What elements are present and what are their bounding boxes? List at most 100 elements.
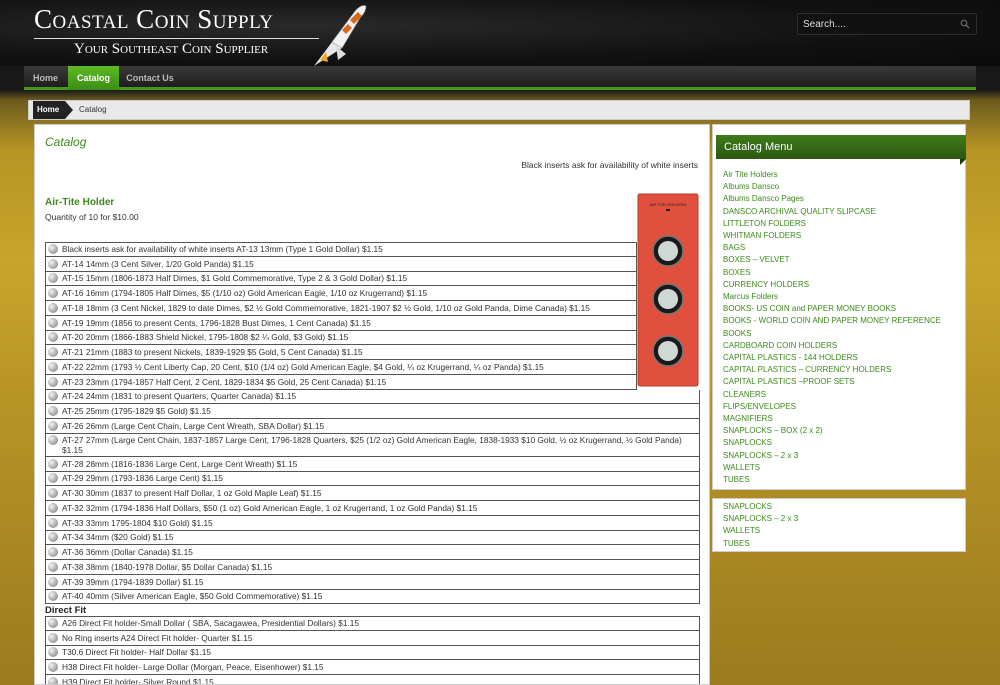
sidebar-item-snaplocks-box[interactable]: SNAPLOCKS – BOX (2 x 2) bbox=[723, 425, 953, 437]
sidebar-item-magnifiers[interactable]: MAGNIFIERS bbox=[723, 413, 953, 425]
coin-bullet-icon bbox=[48, 576, 58, 587]
sidebar-item-capital-144[interactable]: CAPITAL PLASTICS - 144 HOLDERS bbox=[723, 352, 953, 364]
list-item[interactable]: AT-24 24mm (1831 to present Quarters, Qu… bbox=[45, 389, 700, 405]
coin-bullet-icon bbox=[48, 473, 58, 484]
page-title: Catalog bbox=[45, 135, 87, 149]
coin-bullet-icon bbox=[48, 347, 58, 358]
list-item[interactable]: AT-19 19mm (1856 to present Cents, 1796-… bbox=[45, 315, 637, 331]
list-item[interactable]: AT-23 23mm (1794-1857 Half Cent, 2 Cent,… bbox=[45, 374, 637, 390]
nav-home[interactable]: Home bbox=[24, 66, 67, 90]
site-header: Coastal Coin Supply Your Southeast Coin … bbox=[0, 0, 1000, 66]
coin-bullet-icon bbox=[48, 376, 58, 387]
list-item[interactable]: Black inserts ask for availability of wh… bbox=[45, 242, 637, 257]
list-item[interactable]: No Ring inserts A24 Direct Fit holder- Q… bbox=[45, 630, 700, 646]
catalog-menu-title: Catalog Menu bbox=[716, 135, 966, 165]
sidebar-item-bags[interactable]: BAGS bbox=[723, 242, 953, 254]
sidebar-item-books-us[interactable]: BOOKS- US COIN and PAPER MONEY BOOKS bbox=[723, 303, 953, 315]
sidebar-item-flips[interactable]: FLIPS/ENVELOPES bbox=[723, 401, 953, 413]
coin-bullet-icon bbox=[48, 618, 58, 629]
sidebar-item-tubes[interactable]: TUBES bbox=[723, 474, 953, 486]
list-item[interactable]: AT-14 14mm (3 Cent Silver, 1/20 Gold Pan… bbox=[45, 256, 637, 272]
list-item[interactable]: AT-29 29mm (1793-1836 Large Cent) $1.15 bbox=[45, 471, 700, 487]
list-item[interactable]: AT-16 16mm (1794-1805 Half Dimes, $5 (1/… bbox=[45, 286, 637, 301]
site-title: Coastal Coin Supply bbox=[34, 4, 274, 34]
list-item[interactable]: AT-22 22mm (1793 ½ Cent Liberty Cap, 20 … bbox=[45, 360, 637, 375]
sidebar-item-books-world[interactable]: BOOKS - WORLD COIN AND PAPER MONEY REFER… bbox=[723, 315, 953, 339]
sidebar-item-capital-currency[interactable]: CAPITAL PLASTICS – CURRENCY HOLDERS bbox=[723, 364, 953, 376]
coin-bullet-icon bbox=[48, 391, 58, 402]
nav-catalog[interactable]: Catalog bbox=[68, 66, 119, 90]
site-logo[interactable]: Coastal Coin Supply Your Southeast Coin … bbox=[34, 4, 334, 62]
coin-bullet-icon bbox=[48, 332, 58, 343]
sidebar-item-wallets[interactable]: WALLETS bbox=[723, 525, 953, 537]
list-item[interactable]: AT-32 32mm (1794-1836 Half Dollars, $50 … bbox=[45, 501, 700, 516]
sidebar-item-capital-proof[interactable]: CAPITAL PLASTICS –PROOF SETS bbox=[723, 376, 953, 388]
sidebar-item-whitman-folders[interactable]: WHITMAN FOLDERS bbox=[723, 230, 953, 242]
list-item[interactable]: AT-36 36mm (Dollar Canada) $1.15 bbox=[45, 545, 700, 560]
coin-bullet-icon bbox=[48, 302, 58, 313]
sidebar-item-tubes[interactable]: TUBES bbox=[723, 538, 953, 550]
logo-divider bbox=[34, 38, 319, 39]
sidebar-item-marcus-folders[interactable]: Marcus Folders bbox=[723, 291, 953, 303]
search-box[interactable] bbox=[797, 13, 977, 35]
sidebar-item-cardboard-holders[interactable]: CARDBOARD COIN HOLDERS bbox=[723, 340, 953, 352]
breadcrumb: Home Catalog bbox=[28, 100, 970, 120]
list-item[interactable]: AT-18 18mm (3 Cent Nickel, 1829 to date … bbox=[45, 301, 637, 316]
list-item[interactable]: AT-27 27mm (Large Cent Chain, 1837-1857 … bbox=[45, 433, 700, 457]
catalog-menu-list-2: SNAPLOCKS SNAPLOCKS – 2 x 3 WALLETS TUBE… bbox=[723, 501, 953, 550]
coin-bullet-icon bbox=[48, 547, 58, 558]
section-subtitle: Quantity of 10 for $10.00 bbox=[45, 212, 139, 222]
sidebar-item-snaplocks[interactable]: SNAPLOCKS bbox=[723, 437, 953, 449]
sidebar-item-currency-holders[interactable]: CURRENCY HOLDERS bbox=[723, 279, 953, 291]
coin-bullet-icon bbox=[48, 288, 58, 299]
list-item[interactable]: AT-21 21mm (1883 to present Nickels, 183… bbox=[45, 345, 637, 360]
sidebar-item-boxes[interactable]: BOXES bbox=[723, 267, 953, 279]
search-input[interactable] bbox=[803, 17, 953, 32]
coin-bullet-icon bbox=[48, 273, 58, 284]
breadcrumb-home[interactable]: Home bbox=[33, 101, 65, 119]
list-item[interactable]: A26 Direct Fit holder-Small Dollar ( SBA… bbox=[45, 616, 700, 631]
sidebar-item-snaplocks-2x3[interactable]: SNAPLOCKS – 2 x 3 bbox=[723, 450, 953, 462]
list-item[interactable]: AT-20 20mm (1866-1883 Shield Nickel, 179… bbox=[45, 330, 637, 346]
magnifier-icon[interactable] bbox=[960, 19, 970, 29]
nav-contact-us[interactable]: Contact Us bbox=[120, 66, 180, 90]
coin-bullet-icon bbox=[48, 406, 58, 417]
sidebar-item-boxes-velvet[interactable]: BOXES – VELVET bbox=[723, 254, 953, 266]
list-item[interactable]: AT-40 40mm (Silver American Eagle, $50 G… bbox=[45, 589, 700, 605]
list-item[interactable]: AT-39 39mm (1794-1839 Dollar) $1.15 bbox=[45, 574, 700, 590]
sidebar-item-snaplocks-2x3[interactable]: SNAPLOCKS – 2 x 3 bbox=[723, 513, 953, 525]
main-nav: Home Catalog Contact Us bbox=[24, 66, 976, 90]
sidebar-item-wallets[interactable]: WALLETS bbox=[723, 462, 953, 474]
main-content: Catalog Black inserts ask for availabili… bbox=[34, 124, 710, 685]
list-item[interactable]: AT-34 34mm ($20 Gold) $1.15 bbox=[45, 530, 700, 546]
sidebar-item-littleton-folders[interactable]: LITTLETON FOLDERS bbox=[723, 218, 953, 230]
coin-bullet-icon bbox=[48, 647, 58, 658]
catalog-menu-overflow: SNAPLOCKS SNAPLOCKS – 2 x 3 WALLETS TUBE… bbox=[712, 498, 966, 552]
coin-bullet-icon bbox=[48, 517, 58, 528]
sidebar-item-dansco-slipcase[interactable]: DANSCO ARCHIVAL QUALITY SLIPCASE bbox=[723, 206, 953, 218]
list-item[interactable]: AT-28 28mm (1816-1836 Large Cent, Large … bbox=[45, 456, 700, 472]
holder-label-text: AIR TITE HOLDERS bbox=[650, 202, 687, 207]
sidebar-item-snaplocks[interactable]: SNAPLOCKS bbox=[723, 501, 953, 513]
coin-bullet-icon bbox=[48, 632, 58, 643]
sidebar-item-albums-dansco-pages[interactable]: Albums Dansco Pages bbox=[723, 193, 953, 205]
sidebar-item-cleaners[interactable]: CLEANERS bbox=[723, 389, 953, 401]
coin-bullet-icon bbox=[48, 244, 58, 255]
list-item[interactable]: AT-25 25mm (1795-1829 $5 Gold) $1.15 bbox=[45, 404, 700, 419]
list-item[interactable]: AT-30 30mm (1837 to present Half Dollar,… bbox=[45, 486, 700, 501]
list-item[interactable]: AT-26 26mm (Large Cent Chain, Large Cent… bbox=[45, 419, 700, 434]
catalog-menu-list: Air Tite Holders Albums Dansco Albums Da… bbox=[723, 169, 953, 486]
list-item[interactable]: H39 Direct Fit holder- Silver Round $1.1… bbox=[45, 675, 700, 684]
list-item[interactable]: H38 Direct Fit holder- Large Dollar (Mor… bbox=[45, 660, 700, 675]
coin-bullet-icon bbox=[48, 662, 58, 673]
list-item[interactable]: AT-15 15mm (1806-1873 Half Dimes, $1 Gol… bbox=[45, 271, 637, 287]
list-item[interactable]: AT-33 33mm 1795-1804 $10 Gold) $1.15 bbox=[45, 515, 700, 531]
site-tagline: Your Southeast Coin Supplier bbox=[74, 41, 269, 57]
sidebar-item-air-tite-holders[interactable]: Air Tite Holders bbox=[723, 169, 953, 181]
coin-bullet-icon bbox=[48, 532, 58, 543]
sidebar-item-albums-dansco[interactable]: Albums Dansco bbox=[723, 181, 953, 193]
coin-bullet-icon bbox=[48, 317, 58, 328]
list-item[interactable]: T30.6 Direct Fit holder- Half Dollar $1.… bbox=[45, 645, 700, 661]
list-item[interactable]: AT-38 38mm (1840-1978 Dollar, $5 Dollar … bbox=[45, 560, 700, 575]
direct-fit-title: Direct Fit bbox=[45, 605, 87, 616]
